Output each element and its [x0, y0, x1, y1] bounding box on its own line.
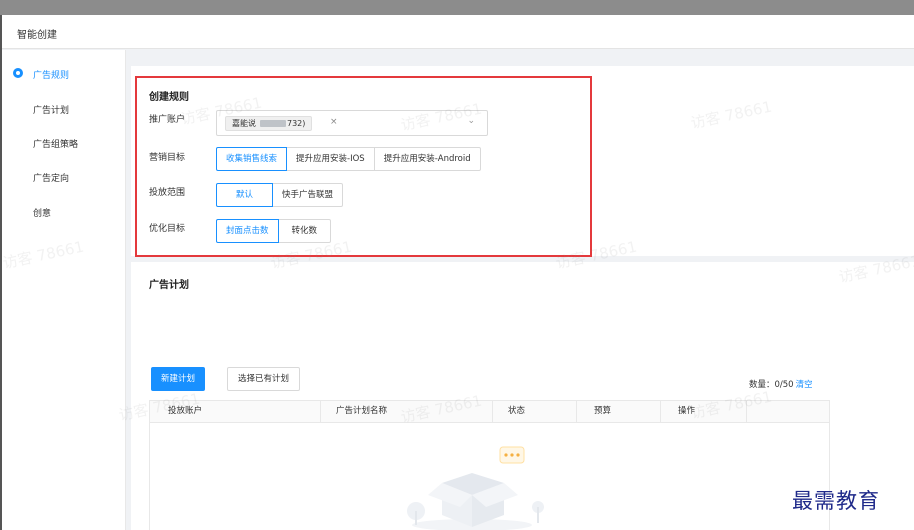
select-existing-plan-button[interactable]: 选择已有计划: [227, 367, 301, 391]
column-divider: [320, 401, 321, 423]
sidebar-item-ad-plan[interactable]: 广告计划: [33, 103, 69, 116]
col-plan-name: 广告计划名称: [336, 406, 388, 416]
column-divider: [660, 401, 661, 423]
empty-box-icon: [407, 446, 544, 530]
plans-section-title: 广告计划: [149, 280, 189, 291]
page-title: 智能创建: [17, 30, 57, 41]
plans-table: 投放账户 广告计划名称 状态 预算 操作: [149, 400, 830, 530]
sidebar: [2, 50, 126, 530]
col-status: 状态: [508, 406, 526, 416]
page-header: 智能创建: [0, 15, 914, 49]
optimize-option-cover-clicks[interactable]: 封面点击数: [216, 219, 279, 243]
sidebar-item-ad-targeting[interactable]: 广告定向: [33, 171, 69, 184]
col-budget: 预算: [594, 406, 612, 416]
brand-watermark: 最需教育: [792, 489, 880, 513]
sidebar-item-ad-rules[interactable]: 广告规则: [33, 68, 69, 81]
column-divider: [576, 401, 577, 423]
column-divider: [492, 401, 493, 423]
goal-option-leads[interactable]: 收集销售线索: [216, 147, 288, 171]
sidebar-item-creative[interactable]: 创意: [33, 206, 51, 219]
window-top-bar: [0, 0, 914, 15]
active-step-icon: [13, 68, 23, 78]
scope-option-default[interactable]: 默认: [216, 183, 274, 207]
sidebar-item-ad-group-strategy[interactable]: 广告组策略: [33, 137, 78, 150]
clear-link[interactable]: 清空: [796, 380, 813, 390]
